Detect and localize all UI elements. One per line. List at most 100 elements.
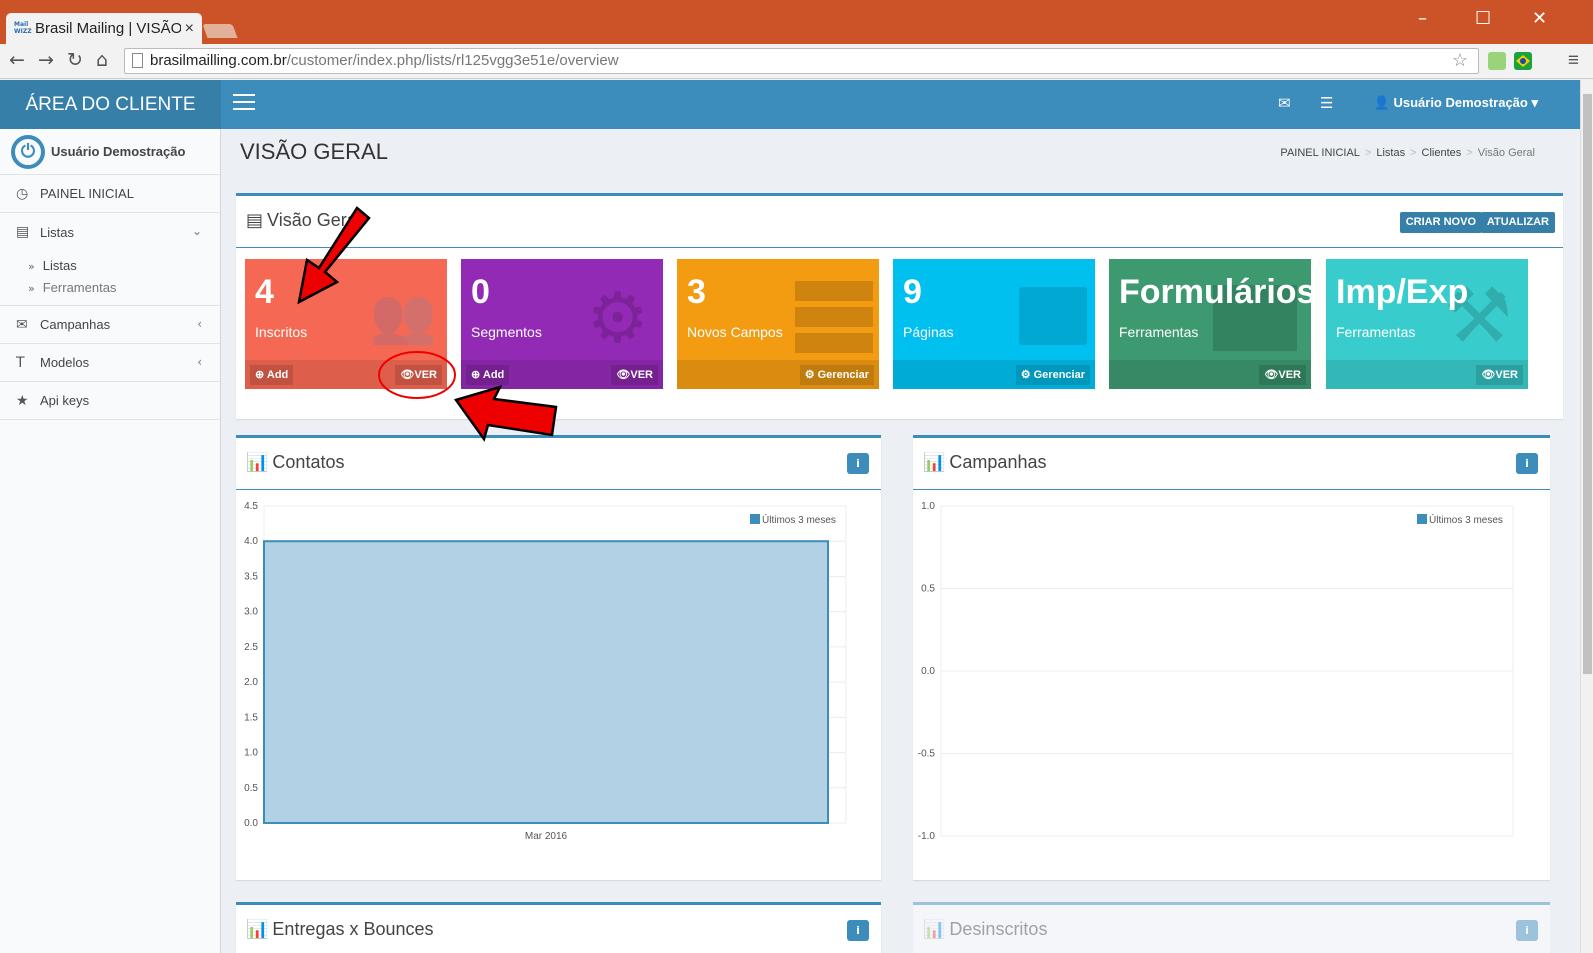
chevron-left-icon: ‹ [197,317,202,331]
tile-formularios: Formulários Ferramentas 👁VER [1109,259,1311,389]
box-header: ▤ Visão Geral CRIAR NOVO ATUALIZAR [236,196,1563,248]
tab-close-icon[interactable]: × [185,20,194,38]
manage-button[interactable]: ⚙ Gerenciar [799,365,874,385]
y-tick-label: 1.0 [921,501,935,512]
area-series [263,540,829,824]
sidebar-item-apikeys[interactable]: ★ Api keys [0,382,220,420]
breadcrumb-item[interactable]: Clientes [1422,147,1462,159]
page-title: VISÃO GERAL [240,139,388,164]
info-button[interactable]: i [1516,920,1538,941]
contatos-box: 📊 Contatos i 4.5 4.0 3.5 3.0 2.5 2.0 1.5 1.0 0.5 0… [236,435,881,880]
page-scrollbar[interactable] [1580,80,1593,953]
extension-leaf-icon[interactable] [1488,52,1506,70]
browser-tab[interactable]: Mail WIZZ Brasil Mailing | VISÃO × [6,13,202,44]
bookmark-star-icon[interactable]: ☆ [1452,48,1468,72]
add-button[interactable]: ⊕ Add [466,365,510,385]
y-tick-label: 3.0 [244,607,258,618]
sidebar-subitem-label: Ferramentas [42,280,117,295]
box-title: 📊 Entregas x Bounces [246,919,434,940]
forward-icon[interactable]: → [38,49,54,71]
reload-icon[interactable]: ↻ [67,49,83,71]
sidebar-item-modelos[interactable]: T Modelos ‹ [0,344,220,382]
view-button[interactable]: 👁VER [1259,365,1306,385]
list-alt-icon: ▤ [246,210,264,231]
tile-footer: ⚙ Gerenciar [677,360,879,389]
y-tick-label: 3.5 [244,571,258,582]
sidebar-subitem-listas[interactable]: » Listas [28,255,220,277]
user-menu-label: Usuário Demostração [1393,95,1528,110]
tile-label: Ferramentas [1119,324,1199,340]
sidebar-toggle-icon[interactable] [233,94,255,112]
tile-footer: 👁VER [1326,360,1528,389]
box-header: 📊 Entregas x Bounces i [236,905,881,953]
users-icon: 👥 [369,284,437,347]
tile-imp-exp: ⚒ Imp/Exp Ferramentas 👁VER [1326,259,1528,389]
power-icon: ⏻ [11,134,45,169]
update-button[interactable]: ATUALIZAR [1480,212,1555,233]
tile-label: Páginas [903,324,954,340]
y-tick-label: 4.5 [244,501,258,512]
sidebar-subitem-ferramentas[interactable]: » Ferramentas [28,277,220,299]
app-logo[interactable]: ÁREA DO CLIENTE [0,80,221,129]
view-button[interactable]: 👁VER [395,365,442,385]
sidebar-item-label: Modelos [40,355,90,370]
extension-flag-icon[interactable] [1514,52,1532,70]
brazil-flag-icon [1516,55,1530,67]
y-tick-label: -0.5 [918,749,936,760]
y-tick-label: -1.0 [918,831,936,842]
y-tick-label: 2.5 [244,642,258,653]
tile-value: 4 [255,273,274,311]
dashboard-icon: ◷ [16,185,29,202]
sidebar-item-listas[interactable]: ▤ Listas ⌄ [0,213,220,251]
tab-title: Brasil Mailing | VISÃO [35,20,181,37]
y-tick-label: 4.0 [244,536,258,547]
campanhas-chart: 1.0 0.5 0.0 -0.5 -1.0 Últimos 3 meses [918,501,1514,842]
campanhas-box: 📊 Campanhas i 1.0 0.5 0.0 -0.5 -1.0 Últimos 3 … [913,435,1550,880]
tile-value: Formulários [1119,273,1311,311]
sidebar-item-campanhas[interactable]: ✉ Campanhas ‹ [0,306,220,344]
view-button[interactable]: 👁VER [1476,365,1523,385]
box-title: 📊 Desinscritos [923,919,1048,940]
tile-label: Ferramentas [1336,324,1416,340]
contatos-chart: 4.5 4.0 3.5 3.0 2.5 2.0 1.5 1.0 0.5 0.0 Mar 2016 Úl… [244,501,847,842]
breadcrumb-current: Visão Geral [1477,147,1535,159]
envelope-icon[interactable]: ✉ [1278,94,1291,112]
add-button[interactable]: ⊕ Add [250,365,294,385]
view-button[interactable]: 👁VER [611,365,658,385]
sidebar: ⏻ Usuário Demostração ◷ PAINEL INICIAL ▤… [0,129,221,953]
home-icon[interactable]: ⌂ [96,49,108,71]
double-angle-icon: » [28,260,35,273]
create-new-button[interactable]: CRIAR NOVO [1399,212,1482,233]
new-tab-button[interactable] [202,24,238,38]
manage-button[interactable]: ⚙ Gerenciar [1015,365,1090,385]
sidebar-item-painel[interactable]: ◷ PAINEL INICIAL [0,175,220,213]
close-window-icon[interactable]: ✕ [1532,8,1547,29]
chevron-down-icon: ⌄ [191,224,202,238]
scrollbar-thumb[interactable] [1583,94,1592,674]
tile-inscritos: 👥 4 Inscritos ⊕ Add 👁VER [245,259,447,389]
y-tick-label: 0.0 [921,666,935,677]
info-button[interactable]: i [847,920,869,941]
back-icon[interactable]: ← [9,49,25,71]
y-tick-label: 0.0 [244,818,258,829]
breadcrumb-item[interactable]: Listas [1376,147,1405,159]
y-tick-label: 2.0 [244,677,258,688]
minimize-icon[interactable]: – [1418,8,1427,29]
breadcrumb-item[interactable]: PAINEL INICIAL [1280,147,1359,159]
y-tick-label: 1.0 [244,748,258,759]
x-tick-label: Mar 2016 [525,831,568,842]
double-angle-icon: » [28,282,35,295]
url-path: /customer/index.php/lists/rl125vgg3e51e/… [286,52,619,69]
tile-footer: ⊕ Add 👁VER [461,360,663,389]
user-menu[interactable]: 👤 Usuário Demostração ▾ [1374,95,1538,111]
envelope-icon: ✉ [16,316,28,333]
url-bar[interactable]: brasilmailling.com.br/customer/index.php… [124,48,1479,74]
tile-label: Segmentos [471,324,542,340]
tile-value: 9 [903,273,922,311]
maximize-icon[interactable]: ☐ [1475,8,1491,29]
tile-value: 3 [687,273,706,311]
sidebar-item-label: Api keys [40,393,90,408]
legend-swatch [1417,514,1427,524]
list-icon[interactable]: ☰ [1320,94,1333,112]
browser-menu-icon[interactable]: ≡ [1568,50,1579,72]
